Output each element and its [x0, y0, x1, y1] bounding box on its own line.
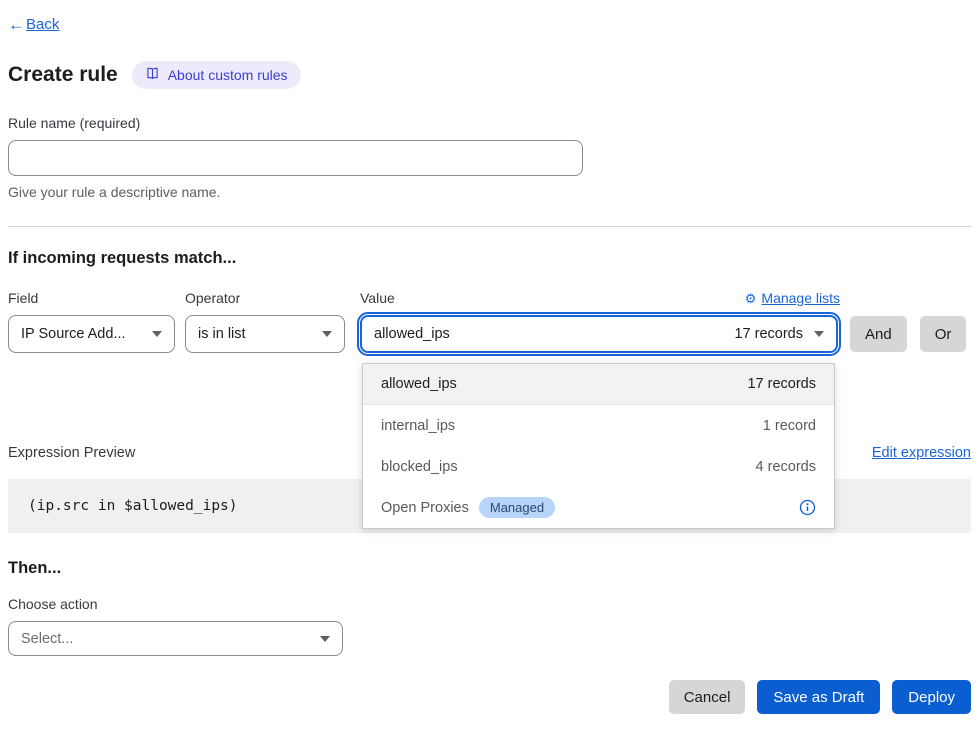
action-select[interactable]: Select... [8, 621, 343, 656]
condition-labels-row: Field Operator Value ⚙ Manage lists [8, 290, 840, 306]
list-option-name: Open Proxies [381, 500, 469, 516]
field-select-value: IP Source Add... [21, 326, 126, 342]
rule-name-input[interactable] [8, 140, 583, 176]
field-select[interactable]: IP Source Add... [8, 315, 175, 353]
list-option-name: internal_ips [381, 418, 455, 434]
book-icon [145, 66, 160, 84]
chevron-down-icon [152, 331, 162, 337]
footer-actions: Cancel Save as Draft Deploy [8, 680, 971, 714]
choose-action-label: Choose action [8, 596, 971, 612]
about-custom-rules-badge[interactable]: About custom rules [132, 61, 301, 89]
match-section-heading: If incoming requests match... [8, 249, 971, 268]
or-button[interactable]: Or [920, 316, 967, 352]
rule-name-label: Rule name (required) [8, 115, 971, 131]
list-option-records: 17 records [747, 376, 816, 392]
chevron-down-icon [322, 331, 332, 337]
expression-code: (ip.src in $allowed_ips) [28, 498, 238, 514]
about-badge-label: About custom rules [168, 67, 288, 83]
save-as-draft-button[interactable]: Save as Draft [757, 680, 880, 714]
create-rule-page: ←Back Create rule About custom rules Rul… [0, 0, 979, 714]
value-select[interactable]: allowed_ips 17 records [360, 315, 838, 353]
rule-name-helper-text: Give your rule a descriptive name. [8, 184, 971, 200]
and-button[interactable]: And [850, 316, 907, 352]
back-link-label: Back [26, 16, 59, 33]
cancel-button[interactable]: Cancel [669, 680, 746, 714]
value-select-wrap: allowed_ips 17 records allowed_ips 17 re… [360, 315, 838, 353]
list-option-records: 1 record [763, 418, 816, 434]
list-option-records: 4 records [756, 459, 816, 475]
chevron-down-icon [814, 331, 824, 337]
action-select-placeholder: Select... [21, 631, 73, 647]
value-select-right: 17 records [734, 326, 824, 342]
list-option-open-proxies[interactable]: Open Proxies Managed [363, 487, 834, 528]
deploy-button[interactable]: Deploy [892, 680, 971, 714]
list-option-name: allowed_ips [381, 376, 457, 392]
info-icon[interactable] [799, 499, 816, 516]
back-link[interactable]: ←Back [8, 16, 59, 33]
section-divider [8, 226, 971, 227]
list-option-internal-ips[interactable]: internal_ips 1 record [363, 405, 834, 446]
edit-expression-link[interactable]: Edit expression [872, 445, 971, 461]
manage-lists-label: Manage lists [761, 290, 840, 306]
page-title: Create rule [8, 63, 118, 87]
chevron-down-icon [320, 636, 330, 642]
lists-dropdown-panel: allowed_ips 17 records internal_ips 1 re… [362, 363, 835, 529]
field-label: Field [8, 290, 185, 306]
list-option-name: blocked_ips [381, 459, 458, 475]
manage-lists-link[interactable]: ⚙ Manage lists [745, 290, 840, 306]
managed-badge: Managed [479, 497, 555, 518]
title-row: Create rule About custom rules [8, 61, 971, 89]
expression-preview-label: Expression Preview [8, 445, 135, 461]
value-select-value: allowed_ips [374, 326, 450, 342]
list-option-blocked-ips[interactable]: blocked_ips 4 records [363, 446, 834, 487]
back-arrow-icon: ← [8, 16, 25, 33]
operator-select[interactable]: is in list [185, 315, 345, 353]
value-select-meta: 17 records [734, 326, 803, 342]
operator-select-value: is in list [198, 326, 246, 342]
then-section-heading: Then... [8, 559, 971, 578]
condition-controls-row: IP Source Add... is in list allowed_ips … [8, 315, 971, 353]
gear-icon: ⚙ [745, 292, 757, 305]
list-option-allowed-ips[interactable]: allowed_ips 17 records [363, 364, 834, 405]
operator-label: Operator [185, 290, 360, 306]
value-label: Value [360, 290, 745, 306]
